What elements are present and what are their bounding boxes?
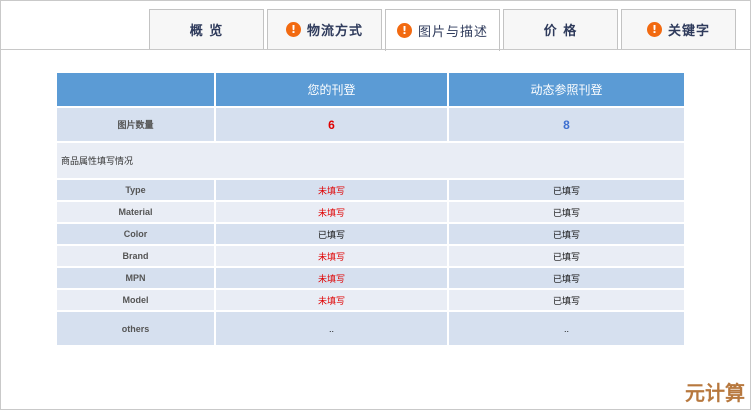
header-your-listing: 您的刊登 xyxy=(214,71,449,108)
header-cell-empty xyxy=(55,71,216,108)
warning-icon: ! xyxy=(646,22,662,37)
header-reference-listing: 动态参照刊登 xyxy=(447,71,686,108)
your-status: 未填写 xyxy=(214,266,449,290)
attribute-name: MPN xyxy=(55,266,216,290)
watermark-logo: 元计算 xyxy=(685,381,745,405)
reference-status: 已填写 xyxy=(447,178,686,202)
warning-icon: ! xyxy=(396,23,412,38)
table-row: Color 已填写 已填写 xyxy=(55,222,686,246)
attribute-name: others xyxy=(55,310,216,347)
tab-label: 关键字 xyxy=(667,24,710,39)
tab-label: 价 格 xyxy=(543,24,578,39)
attribute-name: Material xyxy=(55,200,216,224)
reference-status: .. xyxy=(447,310,686,347)
tab-images-description[interactable]: ! 图片与描述 xyxy=(385,9,500,51)
tab-label: 物流方式 xyxy=(306,24,363,39)
tab-overview[interactable]: 概 览 xyxy=(149,9,264,49)
tab-bar: 概 览 ! 物流方式 ! 图片与描述 价 格 ! 关键字 xyxy=(0,0,751,51)
attribute-name: Type xyxy=(55,178,216,202)
reference-image-count: 8 xyxy=(447,106,686,143)
tab-price[interactable]: 价 格 xyxy=(503,9,618,49)
warning-icon: ! xyxy=(285,22,301,37)
attribute-name: Model xyxy=(55,288,216,312)
reference-status: 已填写 xyxy=(447,266,686,290)
reference-status: 已填写 xyxy=(447,222,686,246)
tab-keywords[interactable]: ! 关键字 xyxy=(621,9,736,49)
table-row: Material 未填写 已填写 xyxy=(55,200,686,224)
image-count-row: 图片数量 6 8 xyxy=(55,106,686,143)
reference-status: 已填写 xyxy=(447,244,686,268)
reference-status: 已填写 xyxy=(447,200,686,224)
your-status: 未填写 xyxy=(214,200,449,224)
table-row: Type 未填写 已填写 xyxy=(55,178,686,202)
tab-divider xyxy=(0,49,751,50)
your-status: 未填写 xyxy=(214,244,449,268)
table-row: Model 未填写 已填写 xyxy=(55,288,686,312)
table-row: Brand 未填写 已填写 xyxy=(55,244,686,268)
section-label: 商品属性填写情况 xyxy=(55,141,686,180)
your-image-count: 6 xyxy=(214,106,449,143)
your-status: 已填写 xyxy=(214,222,449,246)
section-row: 商品属性填写情况 xyxy=(55,141,686,180)
attribute-name: Color xyxy=(55,222,216,246)
your-status: 未填写 xyxy=(214,178,449,202)
reference-status: 已填写 xyxy=(447,288,686,312)
row-label: 图片数量 xyxy=(55,106,216,143)
table-header-row: 您的刊登 动态参照刊登 xyxy=(55,71,686,108)
tab-shipping[interactable]: ! 物流方式 xyxy=(267,9,382,49)
attribute-name: Brand xyxy=(55,244,216,268)
your-status: 未填写 xyxy=(214,288,449,312)
comparison-table: 您的刊登 动态参照刊登 图片数量 6 8 商品属性填写情况 Type 未填写 已… xyxy=(55,71,686,347)
others-row: others .. .. xyxy=(55,310,686,347)
table-row: MPN 未填写 已填写 xyxy=(55,266,686,290)
tab-label: 概 览 xyxy=(189,24,224,39)
tab-label: 图片与描述 xyxy=(417,25,488,40)
your-status: .. xyxy=(214,310,449,347)
